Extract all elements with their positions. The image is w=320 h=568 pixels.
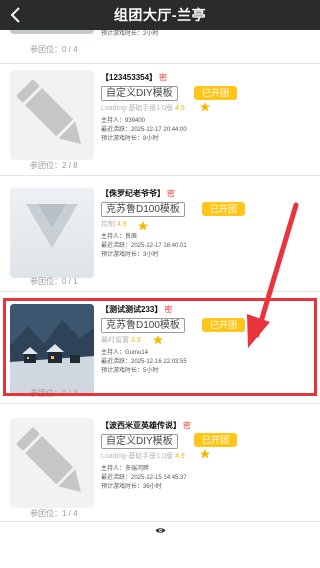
- room-name: 【侏罗纪老爷爷】密: [101, 189, 175, 198]
- lock-badge: 密: [167, 189, 175, 198]
- status-badge[interactable]: 已开团: [194, 86, 237, 100]
- room-card-partial[interactable]: 预计游戏时长：2小时 参团位：0 / 4: [0, 30, 320, 64]
- room-name: 【波西米亚英雄传说】密: [101, 421, 191, 430]
- room-card[interactable]: 参团位：0 / 3 【测试测试233】密 克苏鲁D100模板 暴村留置 3.3 主…: [0, 292, 320, 404]
- template-tag: 自定义DIY模板: [101, 434, 178, 449]
- page-title: 组团大厅-兰亭: [113, 7, 207, 23]
- room-score: 4.9: [117, 220, 127, 228]
- lock-badge: 密: [183, 421, 191, 430]
- star-icon: [138, 221, 148, 231]
- room-seat-count: 参团位：0 / 3: [30, 389, 78, 398]
- room-card[interactable]: 参团位：1 / 4 【波西米亚英雄传说】密 自定义DIY模板 Loading-基…: [0, 404, 320, 522]
- room-duration: 预计游戏时长：3小时: [101, 252, 159, 258]
- room-subtitle: 控制 4.9: [101, 220, 127, 229]
- cover-image: [26, 204, 78, 248]
- status-badge[interactable]: 已开团: [202, 318, 245, 332]
- room-host: 主持人：939400: [101, 118, 146, 124]
- room-seat-count: 参团位：0 / 4: [30, 45, 78, 54]
- star-icon: [200, 102, 210, 112]
- room-seat-count: 参团位：0 / 1: [30, 277, 78, 286]
- room-score: 4.5: [174, 104, 185, 112]
- room-card[interactable]: 参团位：2 / 8 【123453354】密 自定义DIY模板 Loading-…: [0, 64, 320, 176]
- room-thumbnail: [10, 188, 94, 278]
- lock-badge: 密: [164, 305, 173, 314]
- template-tag: 克苏鲁D100模板: [101, 318, 185, 333]
- room-card[interactable]: 参团位：0 / 1 【侏罗纪老爷爷】密 克苏鲁D100模板 控制 4.9 主持人：…: [0, 176, 320, 292]
- star-icon: [200, 449, 210, 459]
- room-last-active: 最近活跃：2025-12-15 14:45:37: [101, 475, 187, 481]
- header-bar: 组团大厅-兰亭: [0, 0, 320, 30]
- template-tag: 自定义DIY模板: [101, 86, 178, 101]
- pencil-icon: [16, 79, 81, 144]
- room-seat-count: 参团位：1 / 4: [30, 509, 78, 518]
- room-last-active: 最近活跃：2025-12-16 22:03:55: [101, 359, 187, 365]
- room-host: 主持人：良辰: [101, 234, 138, 240]
- room-name: 【123453354】密: [101, 73, 168, 82]
- room-thumbnail: [10, 30, 94, 34]
- status-badge[interactable]: 已开团: [202, 202, 245, 216]
- room-host: 主持人：多瑞河畔: [101, 466, 150, 472]
- room-duration: 预计游戏时长：5小时: [101, 368, 159, 374]
- room-subtitle: 暴村留置 3.3: [101, 336, 141, 345]
- star-icon: [153, 335, 163, 345]
- status-badge[interactable]: 已开团: [194, 433, 237, 447]
- room-host: 主持人：Gumu14: [101, 350, 149, 356]
- eye-icon[interactable]: [155, 527, 166, 534]
- room-name: 【测试测试233】密: [101, 305, 173, 314]
- room-duration: 预计游戏时长：36小时: [101, 484, 162, 490]
- room-last-active: 最近活跃：2025-12-17 16:40:01: [101, 243, 187, 249]
- room-score: 4.9: [174, 452, 185, 460]
- room-score: 3.3: [131, 336, 141, 344]
- room-thumbnail: [10, 418, 94, 508]
- room-info: 【侏罗纪老爷爷】密 克苏鲁D100模板 控制 4.9 主持人：良辰 最近活跃：20…: [101, 188, 311, 260]
- room-duration: 预计游戏时长：2小时: [101, 31, 159, 37]
- cover-image: [10, 304, 94, 394]
- room-list[interactable]: 预计游戏时长：2小时 参团位：0 / 4 参团位：2 / 8 【12345335…: [0, 30, 320, 568]
- back-chevron-left-icon[interactable]: [6, 5, 26, 25]
- room-thumbnail: [10, 304, 94, 394]
- room-info: 【测试测试233】密 克苏鲁D100模板 暴村留置 3.3 主持人：Gumu14 …: [101, 304, 311, 376]
- room-last-active: 最近活跃：2025-12-17 20:44:00: [101, 127, 187, 133]
- room-thumbnail: [10, 70, 94, 160]
- template-tag: 克苏鲁D100模板: [101, 202, 185, 217]
- room-duration: 预计游戏时长：8小时: [101, 136, 159, 142]
- lock-badge: 密: [159, 73, 168, 82]
- room-seat-count: 参团位：2 / 8: [30, 161, 78, 170]
- pencil-icon: [16, 427, 81, 492]
